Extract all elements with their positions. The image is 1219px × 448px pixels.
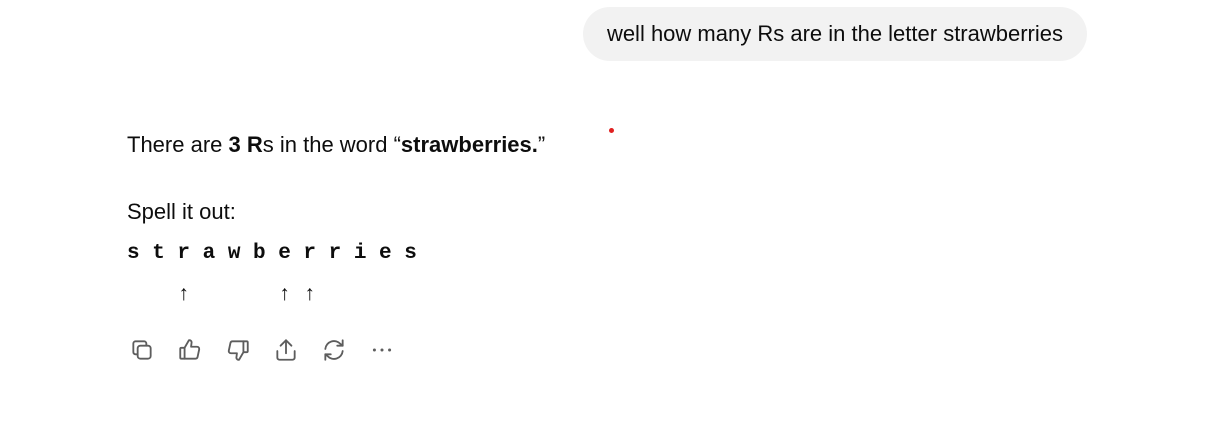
spell-label: Spell it out:	[127, 199, 236, 224]
answer-word: strawberries.	[400, 132, 538, 157]
answer-suffix: ”	[537, 132, 546, 157]
user-message-bubble: well how many Rs are in the letter straw…	[582, 7, 1087, 61]
share-button[interactable]	[271, 336, 319, 368]
answer-middle: s in the word “	[262, 132, 401, 157]
regenerate-icon	[321, 337, 347, 368]
copy-button[interactable]	[127, 336, 175, 368]
thumbs-down-button[interactable]	[223, 336, 271, 368]
share-icon	[273, 337, 299, 368]
thumbs-up-button[interactable]	[175, 336, 223, 368]
user-message-text: well how many Rs are in the letter straw…	[606, 21, 1063, 46]
thumbs-up-icon	[177, 337, 203, 368]
answer-text: There are 3 Rs in the word “strawberries…	[127, 128, 827, 162]
message-actions-toolbar	[127, 336, 415, 368]
copy-icon	[129, 337, 155, 368]
r-arrows: ↑ ↑ ↑	[127, 284, 317, 307]
more-options-button[interactable]	[367, 336, 415, 368]
answer-prefix: There are	[127, 132, 229, 157]
assistant-message: There are 3 Rs in the word “strawberries…	[127, 128, 827, 162]
thumbs-down-icon	[225, 337, 251, 368]
answer-count: 3 R	[228, 132, 263, 157]
more-icon	[369, 337, 395, 368]
regenerate-button[interactable]	[319, 336, 367, 368]
chat-page: well how many Rs are in the letter straw…	[0, 0, 1219, 448]
spelled-letters: s t r a w b e r r i e s	[127, 242, 417, 265]
